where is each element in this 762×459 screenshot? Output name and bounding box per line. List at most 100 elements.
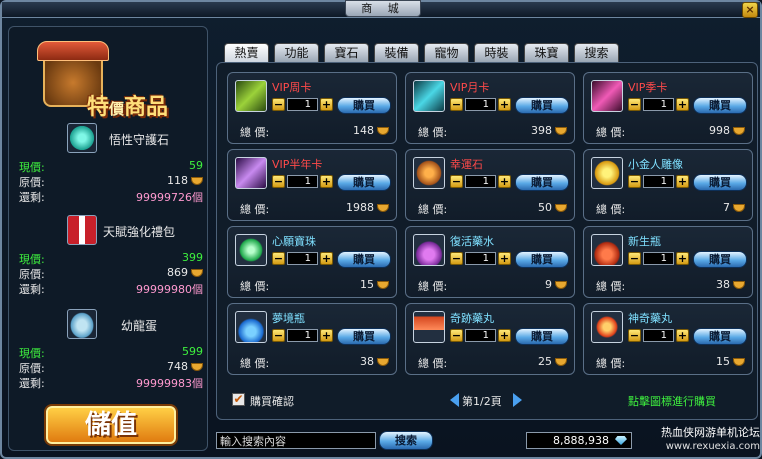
buy-button[interactable]: 購買 [693,328,747,345]
magic-pill-icon[interactable] [591,311,623,343]
next-page-icon[interactable] [513,393,522,407]
decrease-qty-button[interactable]: − [272,329,285,342]
dream-bottle-icon[interactable] [235,311,267,343]
decrease-qty-button[interactable]: − [450,175,463,188]
quantity-field[interactable]: 1 [643,252,674,265]
coin-icon [555,204,567,212]
dragon-egg-icon[interactable] [67,309,97,339]
tab-pets[interactable]: 寵物 [424,43,469,63]
buy-button[interactable]: 購買 [693,251,747,268]
search-button[interactable]: 搜索 [379,431,433,450]
decrease-qty-button[interactable]: − [450,98,463,111]
close-button[interactable]: × [742,2,758,18]
gold-statue-icon[interactable] [591,157,623,189]
purchase-confirm[interactable]: ✔ 購買確認 [232,393,322,408]
decrease-qty-button[interactable]: − [628,252,641,265]
decrease-qty-button[interactable]: − [628,175,641,188]
wish-orb-icon[interactable] [235,234,267,266]
deposit-button[interactable]: 儲值 [46,406,176,444]
increase-qty-button[interactable]: + [498,329,511,342]
buy-button[interactable]: 購買 [337,174,391,191]
increase-qty-button[interactable]: + [676,175,689,188]
remaining-row: 還剩: 99999983個 [19,377,203,390]
item-card: VIP季卡 − 1 + 購買 總 價: 998 [583,72,753,144]
tab-equipment[interactable]: 裝備 [374,43,419,63]
miracle-pill-icon[interactable] [413,311,445,343]
quantity-field[interactable]: 1 [643,175,674,188]
buy-button[interactable]: 購買 [693,174,747,191]
gift-box-icon[interactable] [67,215,97,245]
quantity-field[interactable]: 1 [465,98,496,111]
increase-qty-button[interactable]: + [320,98,333,111]
decrease-qty-button[interactable]: − [450,329,463,342]
increase-qty-button[interactable]: + [676,252,689,265]
item-card: 神奇藥丸 − 1 + 購買 總 價: 15 [583,303,753,375]
increase-qty-button[interactable]: + [676,329,689,342]
decrease-qty-button[interactable]: − [272,252,285,265]
total-price: 15 [716,355,745,368]
tab-function[interactable]: 功能 [274,43,319,63]
tab-gems[interactable]: 寶石 [324,43,369,63]
buy-button[interactable]: 購買 [515,328,569,345]
total-label: 總 價: [418,203,448,216]
vip-card-cyan-icon[interactable] [413,80,445,112]
item-name: 新生瓶 [628,235,661,248]
tab-jewelry[interactable]: 珠寶 [524,43,569,63]
prev-page-icon[interactable] [450,393,459,407]
quantity-field[interactable]: 1 [465,175,496,188]
quantity-field[interactable]: 1 [287,329,318,342]
coin-icon [733,127,745,135]
total-label: 總 價: [596,280,626,293]
increase-qty-button[interactable]: + [320,252,333,265]
buy-button[interactable]: 購買 [337,328,391,345]
decrease-qty-button[interactable]: − [628,98,641,111]
tab-search[interactable]: 搜索 [574,43,619,63]
quantity-field[interactable]: 1 [287,98,318,111]
rebirth-bottle-icon[interactable] [591,234,623,266]
search-input[interactable] [216,432,376,449]
special-offers-panel: 特價商品 悟性守護石 現價: 59 原價: 118 還剩: 99999726個 天賦強… [8,26,208,451]
coin-icon [377,358,389,366]
increase-qty-button[interactable]: + [498,175,511,188]
decrease-qty-button[interactable]: − [272,98,285,111]
lucky-stone-icon[interactable] [413,157,445,189]
total-price: 9 [545,278,567,291]
increase-qty-button[interactable]: + [676,98,689,111]
tab-hot[interactable]: 熱賣 [224,43,269,63]
quantity-field[interactable]: 1 [287,175,318,188]
item-card: VIP月卡 − 1 + 購買 總 價: 398 [405,72,575,144]
decrease-qty-button[interactable]: − [628,329,641,342]
confirm-checkbox[interactable]: ✔ [232,393,245,406]
confirm-label: 購買確認 [250,395,294,408]
quantity-field[interactable]: 1 [465,252,496,265]
buy-button[interactable]: 購買 [515,251,569,268]
vip-card-pink-icon[interactable] [591,80,623,112]
quantity-field[interactable]: 1 [643,98,674,111]
vip-card-green-icon[interactable] [235,80,267,112]
vip-card-purple-icon[interactable] [235,157,267,189]
increase-qty-button[interactable]: + [498,252,511,265]
buy-button[interactable]: 購買 [515,174,569,191]
decrease-qty-button[interactable]: − [272,175,285,188]
buy-button[interactable]: 購買 [693,97,747,114]
decrease-qty-button[interactable]: − [450,252,463,265]
special-item: 天賦強化禮包 現價: 399 原價: 869 還剩: 99999980個 [15,215,203,305]
increase-qty-button[interactable]: + [320,329,333,342]
item-name: VIP季卡 [628,81,668,94]
buy-button[interactable]: 購買 [337,251,391,268]
quantity-field[interactable]: 1 [643,329,674,342]
item-name: VIP半年卡 [272,158,323,171]
quantity-field[interactable]: 1 [287,252,318,265]
coin-icon [733,358,745,366]
buy-button[interactable]: 購買 [515,97,569,114]
tab-fashion[interactable]: 時裝 [474,43,519,63]
revive-potion-icon[interactable] [413,234,445,266]
quantity-field[interactable]: 1 [465,329,496,342]
increase-qty-button[interactable]: + [320,175,333,188]
item-card: VIP半年卡 − 1 + 購買 總 價: 1988 [227,149,397,221]
buy-button[interactable]: 購買 [337,97,391,114]
green-orb-icon[interactable] [67,123,97,153]
coin-icon [733,281,745,289]
shop-window: 商 城 × 特價商品 悟性守護石 現價: 59 原價: 118 還剩: 9999972… [0,0,762,459]
increase-qty-button[interactable]: + [498,98,511,111]
